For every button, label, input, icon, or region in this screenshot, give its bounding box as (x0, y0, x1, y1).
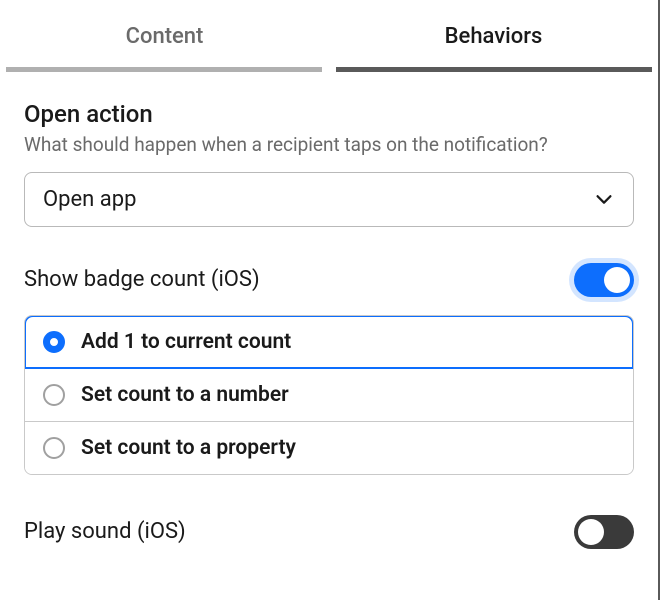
chevron-down-icon (593, 188, 615, 210)
open-action-subtitle: What should happen when a recipient taps… (24, 132, 634, 158)
tabs: Content Behaviors (0, 0, 658, 67)
open-action-select[interactable]: Open app (24, 172, 634, 227)
radio-checked-icon (43, 331, 65, 353)
content-area: Open action What should happen when a re… (0, 72, 658, 549)
open-action-selected-value: Open app (43, 187, 136, 212)
tab-indicator-behaviors (336, 67, 652, 72)
badge-count-label: Show badge count (iOS) (24, 267, 260, 292)
panel: Content Behaviors Open action What shoul… (0, 0, 660, 600)
badge-option-add-1[interactable]: Add 1 to current count (25, 316, 633, 368)
radio-unchecked-icon (43, 437, 65, 459)
play-sound-toggle[interactable] (574, 515, 634, 549)
tab-behaviors[interactable]: Behaviors (329, 12, 658, 67)
play-sound-label: Play sound (iOS) (24, 519, 186, 544)
play-sound-row: Play sound (iOS) (24, 515, 634, 549)
badge-count-row: Show badge count (iOS) (24, 263, 634, 297)
radio-unchecked-icon (43, 384, 65, 406)
badge-option-set-property[interactable]: Set count to a property (25, 421, 633, 474)
badge-option-label: Set count to a number (81, 383, 289, 407)
badge-option-set-number[interactable]: Set count to a number (25, 368, 633, 421)
open-action-section: Open action What should happen when a re… (24, 100, 634, 227)
badge-option-label: Set count to a property (81, 436, 296, 460)
badge-count-options: Add 1 to current count Set count to a nu… (24, 315, 634, 475)
tab-content[interactable]: Content (0, 12, 329, 67)
tab-indicator-content (6, 67, 322, 72)
open-action-title: Open action (24, 100, 634, 128)
badge-option-label: Add 1 to current count (81, 330, 291, 354)
toggle-knob (578, 519, 604, 545)
badge-count-toggle[interactable] (574, 263, 634, 297)
toggle-knob (604, 267, 630, 293)
